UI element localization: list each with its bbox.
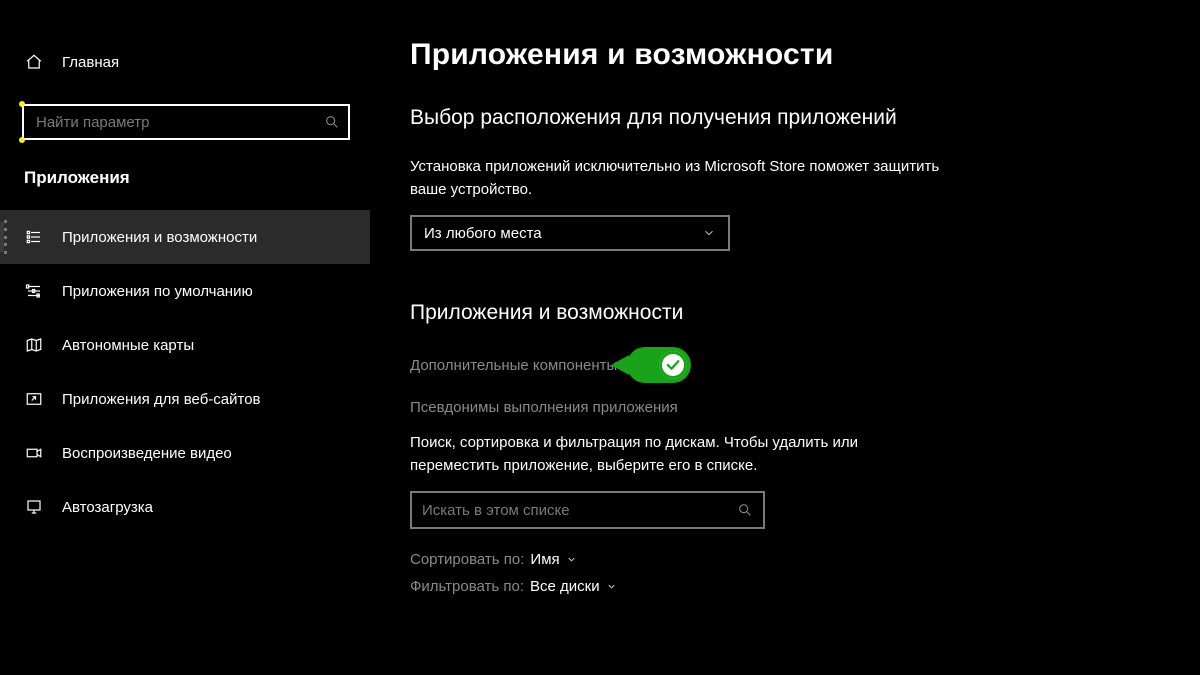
success-badge-icon bbox=[627, 347, 691, 383]
sidebar-item-apps-websites[interactable]: Приложения для веб-сайтов bbox=[0, 372, 370, 426]
open-external-icon bbox=[24, 389, 44, 409]
filter-value: Все диски bbox=[530, 578, 600, 595]
defaults-icon bbox=[24, 281, 44, 301]
sidebar-item-label: Приложения для веб-сайтов bbox=[62, 391, 261, 408]
sidebar-item-apps-features[interactable]: Приложения и возможности bbox=[0, 210, 370, 264]
optional-features-label: Дополнительные компоненты bbox=[410, 357, 617, 374]
search-icon bbox=[324, 114, 340, 130]
sidebar-item-default-apps[interactable]: Приложения по умолчанию bbox=[0, 264, 370, 318]
optional-features-link[interactable]: Дополнительные компоненты bbox=[410, 347, 1160, 383]
sidebar: Главная Приложения bbox=[0, 0, 370, 675]
filter-label: Фильтровать по: bbox=[410, 578, 524, 595]
startup-icon bbox=[24, 497, 44, 517]
selection-handle-icon bbox=[19, 101, 25, 107]
source-heading: Выбор расположения для получения приложе… bbox=[410, 104, 950, 132]
apps-search-input[interactable] bbox=[422, 502, 737, 519]
main-content: Приложения и возможности Выбор расположе… bbox=[370, 0, 1200, 675]
active-indicator-icon bbox=[4, 220, 12, 254]
sidebar-item-label: Автозагрузка bbox=[62, 499, 153, 516]
home-icon bbox=[24, 52, 44, 72]
selection-handle-icon bbox=[19, 137, 25, 143]
sidebar-section-title: Приложения bbox=[0, 140, 370, 210]
sidebar-search[interactable] bbox=[22, 104, 350, 140]
sidebar-nav: Приложения и возможности Приложения по у… bbox=[0, 210, 370, 534]
sidebar-item-label: Приложения и возможности bbox=[62, 229, 257, 246]
source-dropdown[interactable]: Из любого места bbox=[410, 215, 730, 251]
source-description: Установка приложений исключительно из Mi… bbox=[410, 156, 950, 201]
sidebar-home[interactable]: Главная bbox=[0, 42, 370, 82]
map-icon bbox=[24, 335, 44, 355]
filter-control[interactable]: Фильтровать по: Все диски bbox=[410, 578, 1160, 595]
execution-aliases-link[interactable]: Псевдонимы выполнения приложения bbox=[410, 399, 1160, 416]
source-dropdown-value: Из любого места bbox=[424, 225, 542, 242]
page-title: Приложения и возможности bbox=[410, 38, 1160, 72]
sidebar-item-video-playback[interactable]: Воспроизведение видео bbox=[0, 426, 370, 480]
sidebar-item-startup[interactable]: Автозагрузка bbox=[0, 480, 370, 534]
video-icon bbox=[24, 443, 44, 463]
search-input[interactable] bbox=[22, 104, 350, 140]
sort-value: Имя bbox=[530, 551, 559, 568]
sort-control[interactable]: Сортировать по: Имя bbox=[410, 551, 1160, 568]
execution-aliases-label: Псевдонимы выполнения приложения bbox=[410, 399, 678, 416]
apps-description: Поиск, сортировка и фильтрация по дискам… bbox=[410, 432, 950, 477]
chevron-down-icon bbox=[606, 581, 617, 592]
list-icon bbox=[24, 227, 44, 247]
sidebar-item-offline-maps[interactable]: Автономные карты bbox=[0, 318, 370, 372]
search-icon bbox=[737, 502, 753, 518]
sidebar-item-label: Автономные карты bbox=[62, 337, 194, 354]
sort-label: Сортировать по: bbox=[410, 551, 524, 568]
chevron-down-icon bbox=[702, 226, 716, 240]
apps-heading: Приложения и возможности bbox=[410, 301, 1160, 325]
sidebar-item-label: Приложения по умолчанию bbox=[62, 283, 253, 300]
chevron-down-icon bbox=[566, 554, 577, 565]
sidebar-item-label: Воспроизведение видео bbox=[62, 445, 232, 462]
apps-search[interactable] bbox=[410, 491, 765, 529]
sidebar-home-label: Главная bbox=[62, 54, 119, 71]
